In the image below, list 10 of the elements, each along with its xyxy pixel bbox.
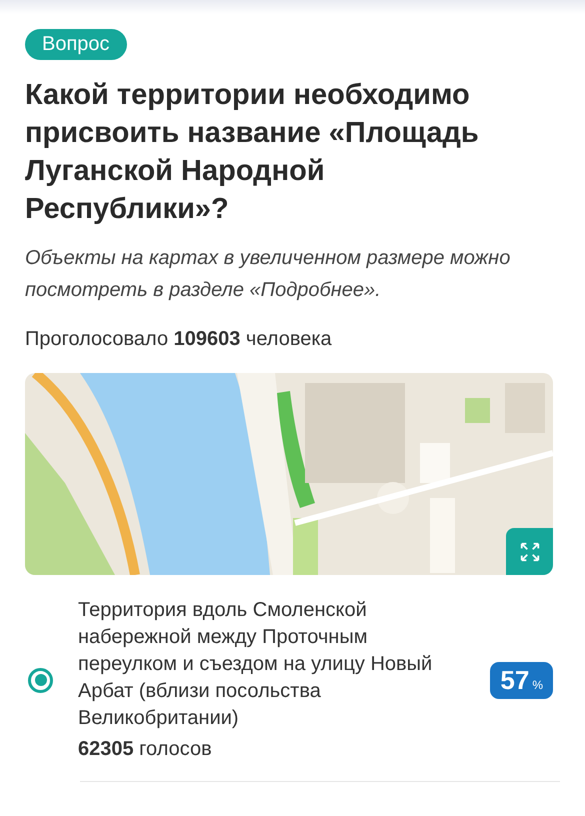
expand-icon	[518, 540, 540, 562]
votes-total: Проголосовало 109603 человека	[25, 328, 332, 351]
option-label: Территория вдоль Смоленской набережной между Проточным переулком и съездом на улицу Новый Арбат (вблизи посольства Великобритании)	[78, 598, 434, 731]
radio-button[interactable]	[28, 668, 53, 692]
question-title: Какой территории необходимо присвоить название «Площадь Луганской Народной Республики»?	[25, 78, 480, 227]
question-badge: Вопрос	[25, 29, 127, 60]
percent-badge: 57%	[490, 662, 553, 698]
expand-button[interactable]	[506, 528, 553, 575]
vote-count: 62305 голосов	[78, 737, 213, 762]
hint-text: Объекты на картах в увеличенном размере можно посмотреть в разделе «Подробнее».	[25, 246, 512, 303]
